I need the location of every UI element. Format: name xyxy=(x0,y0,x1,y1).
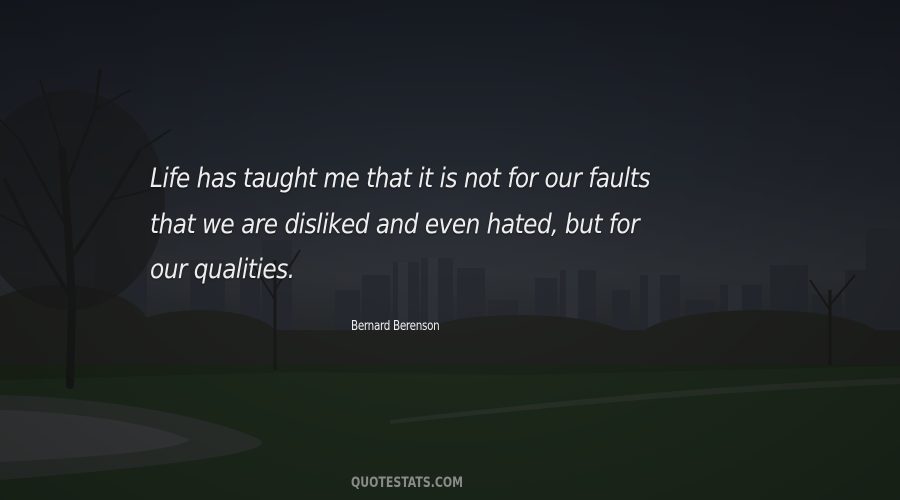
quote-line: that we are disliked and even hated, but… xyxy=(150,208,640,240)
quote-author: Bernard Berenson xyxy=(351,319,440,334)
site-watermark: QUOTESTATS.COM xyxy=(351,475,464,491)
quote-text: Life has taught me that it is not for ou… xyxy=(150,156,700,293)
quote-image: Life has taught me that it is not for ou… xyxy=(0,0,900,500)
quote-line: our qualities. xyxy=(150,254,295,285)
quote-line: Life has taught me that it is not for ou… xyxy=(150,163,650,194)
